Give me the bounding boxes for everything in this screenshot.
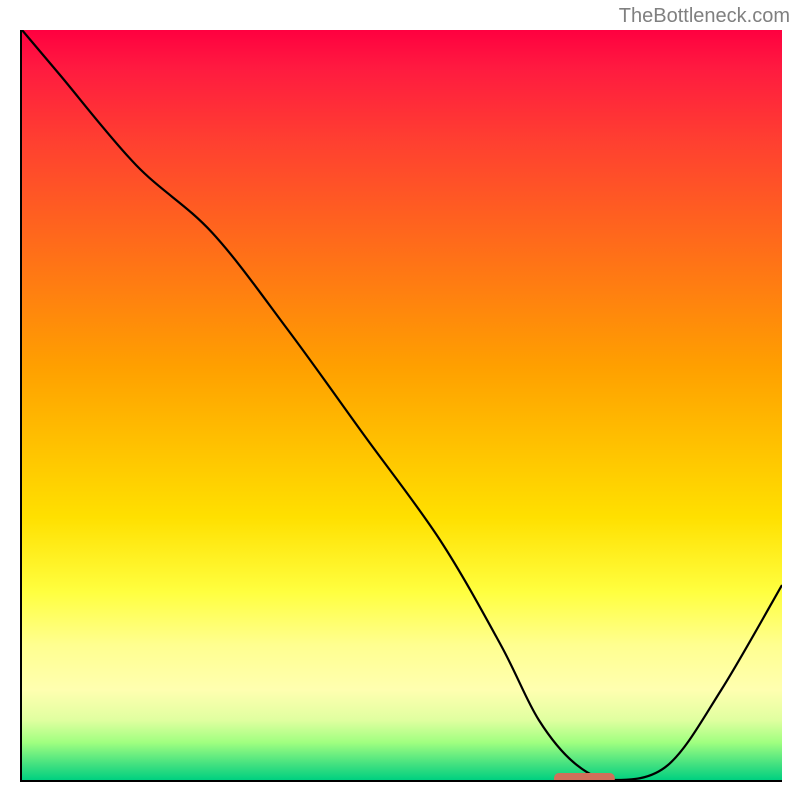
optimal-marker bbox=[554, 773, 615, 780]
chart-container: TheBottleneck.com bbox=[0, 0, 800, 800]
bottleneck-curve bbox=[22, 30, 782, 780]
plot-area bbox=[20, 30, 782, 782]
watermark-text: TheBottleneck.com bbox=[619, 5, 790, 28]
chart-svg bbox=[22, 30, 782, 780]
